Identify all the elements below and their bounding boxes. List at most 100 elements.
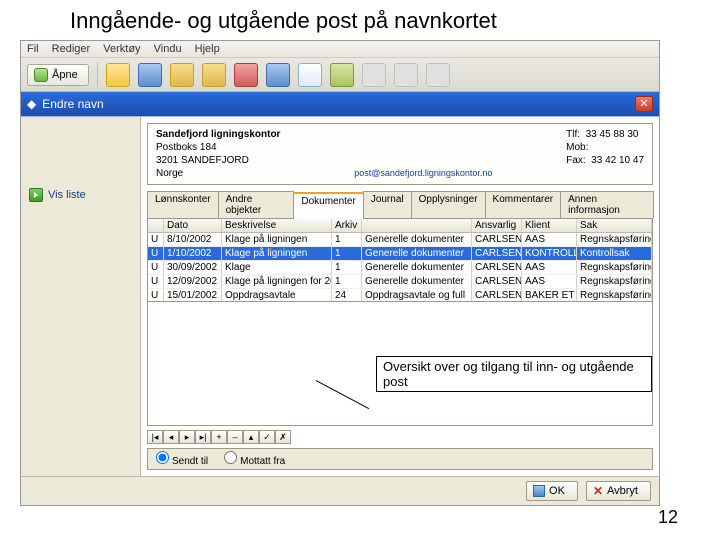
cell: AAS — [522, 233, 577, 246]
pager-button[interactable]: ✓ — [259, 430, 275, 444]
cell: 30/09/2002 — [164, 261, 222, 274]
cell: Generelle dokumenter — [362, 247, 472, 260]
pager-button[interactable]: + — [211, 430, 227, 444]
cell: 1 — [332, 261, 362, 274]
menubar: Fil Rediger Verktøy Vindu Hjelp — [21, 41, 659, 58]
page-number: 12 — [658, 507, 678, 528]
col-beskrivelse[interactable]: Beskrivelse — [222, 219, 332, 232]
tabbar: Lønnskonter Andre objekter Dokumenter Jo… — [147, 191, 653, 219]
tab-annen-info[interactable]: Annen informasjon — [560, 191, 654, 218]
open-icon — [34, 68, 48, 82]
cell: Oppdragsavtale — [222, 289, 332, 301]
cell: 8/10/2002 — [164, 233, 222, 246]
toolbar-icon[interactable] — [266, 63, 290, 87]
grid-header: Dato Beskrivelse Arkiv Ansvarlig Klient … — [148, 219, 652, 233]
mob-label: Mob: — [566, 142, 588, 153]
go-icon — [29, 188, 43, 202]
cell: AAS — [522, 275, 577, 288]
open-button[interactable]: Åpne — [27, 64, 89, 86]
table-row[interactable]: U30/09/2002Klage1Generelle dokumenterCAR… — [148, 261, 652, 275]
toolbar-icon[interactable] — [362, 63, 386, 87]
cell: 12/09/2002 — [164, 275, 222, 288]
menu-verktoy[interactable]: Verktøy — [103, 43, 140, 55]
tab-journal[interactable]: Journal — [363, 191, 412, 218]
pager-button[interactable]: ▸| — [195, 430, 211, 444]
tab-opplysninger[interactable]: Opplysninger — [411, 191, 486, 218]
contact-email[interactable]: post@sandefjord.ligningskontor.no — [354, 168, 492, 180]
cell: Klage på ligningen for 2001 — [222, 275, 332, 288]
vis-liste[interactable]: Vis liste — [21, 185, 140, 205]
ok-icon — [533, 485, 545, 497]
table-row[interactable]: U8/10/2002Klage på ligningen1Generelle d… — [148, 233, 652, 247]
contact-line1: Postboks 184 — [156, 141, 280, 154]
menu-rediger[interactable]: Rediger — [52, 43, 91, 55]
pager-button[interactable]: ◂ — [163, 430, 179, 444]
cell: Regnskapsføring 2003 — [577, 275, 652, 288]
radio-bar: Sendt til Mottatt fra — [147, 448, 653, 470]
contact-line3: Norge — [156, 167, 280, 180]
pager: |◂◂▸▸|+–▴✓✗ — [147, 430, 653, 444]
cell: Generelle dokumenter — [362, 275, 472, 288]
folder-icon[interactable] — [202, 63, 226, 87]
page-icon[interactable] — [298, 63, 322, 87]
pager-button[interactable]: ▸ — [179, 430, 195, 444]
cell: Regnskapsføring 2002 — [577, 261, 652, 274]
callout-line — [316, 380, 369, 409]
cell: AAS — [522, 261, 577, 274]
col-ansvarlig[interactable]: Ansvarlig — [472, 219, 522, 232]
toolbar-icon[interactable] — [106, 63, 130, 87]
menu-hjelp[interactable]: Hjelp — [195, 43, 220, 55]
menu-vindu[interactable]: Vindu — [154, 43, 182, 55]
document-grid: Dato Beskrivelse Arkiv Ansvarlig Klient … — [147, 219, 653, 302]
right-panel: Sandefjord ligningskontor Postboks 184 3… — [141, 117, 659, 476]
cancel-button[interactable]: ✕ Avbryt — [586, 481, 651, 501]
col-blank[interactable] — [148, 219, 164, 232]
toolbar: Åpne — [21, 58, 659, 92]
tab-andre-objekter[interactable]: Andre objekter — [218, 191, 295, 218]
tab-kommentarer[interactable]: Kommentarer — [485, 191, 562, 218]
table-row[interactable]: U12/09/2002Klage på ligningen for 20011G… — [148, 275, 652, 289]
cell: KONTROLL — [522, 247, 577, 260]
cell: CARLSEN — [472, 275, 522, 288]
folder-icon[interactable] — [170, 63, 194, 87]
col-blank2[interactable] — [362, 219, 472, 232]
tlf-value: 33 45 88 30 — [586, 129, 639, 140]
col-dato[interactable]: Dato — [164, 219, 222, 232]
toolbar-icon[interactable] — [234, 63, 258, 87]
cell: Klage — [222, 261, 332, 274]
radio-mottatt[interactable]: Mottatt fra — [224, 451, 285, 467]
ok-button[interactable]: OK — [526, 481, 578, 501]
pager-button[interactable]: ✗ — [275, 430, 291, 444]
col-arkiv[interactable]: Arkiv — [332, 219, 362, 232]
menu-fil[interactable]: Fil — [27, 43, 39, 55]
book-icon[interactable] — [330, 63, 354, 87]
toolbar-icon[interactable] — [138, 63, 162, 87]
cell: U — [148, 233, 164, 246]
cell: 1 — [332, 233, 362, 246]
col-sak[interactable]: Sak — [577, 219, 652, 232]
col-klient[interactable]: Klient — [522, 219, 577, 232]
cell: 15/01/2002 — [164, 289, 222, 301]
close-button[interactable]: ✕ — [635, 96, 653, 112]
vis-liste-label: Vis liste — [48, 189, 86, 201]
pager-button[interactable]: – — [227, 430, 243, 444]
app-window: Fil Rediger Verktøy Vindu Hjelp Åpne ◆ E… — [20, 40, 660, 506]
tab-dokumenter[interactable]: Dokumenter — [293, 192, 363, 219]
cell: 1/10/2002 — [164, 247, 222, 260]
cancel-icon: ✕ — [593, 484, 603, 498]
cell: 24 — [332, 289, 362, 301]
table-row[interactable]: U1/10/2002Klage på ligningen1Generelle d… — [148, 247, 652, 261]
tab-lonnskonter[interactable]: Lønnskonter — [147, 191, 219, 218]
open-label: Åpne — [52, 69, 78, 81]
radio-sendt[interactable]: Sendt til — [156, 451, 208, 467]
window-icon: ◆ — [27, 97, 36, 111]
table-row[interactable]: U15/01/2002Oppdragsavtale24Oppdragsavtal… — [148, 289, 652, 301]
grid-space: Oversikt over og tilgang til inn- og utg… — [147, 302, 653, 426]
fax-label: Fax: — [566, 155, 585, 166]
cell: CARLSEN — [472, 233, 522, 246]
toolbar-icon[interactable] — [394, 63, 418, 87]
toolbar-separator — [97, 63, 98, 87]
toolbar-icon[interactable] — [426, 63, 450, 87]
pager-button[interactable]: ▴ — [243, 430, 259, 444]
pager-button[interactable]: |◂ — [147, 430, 163, 444]
